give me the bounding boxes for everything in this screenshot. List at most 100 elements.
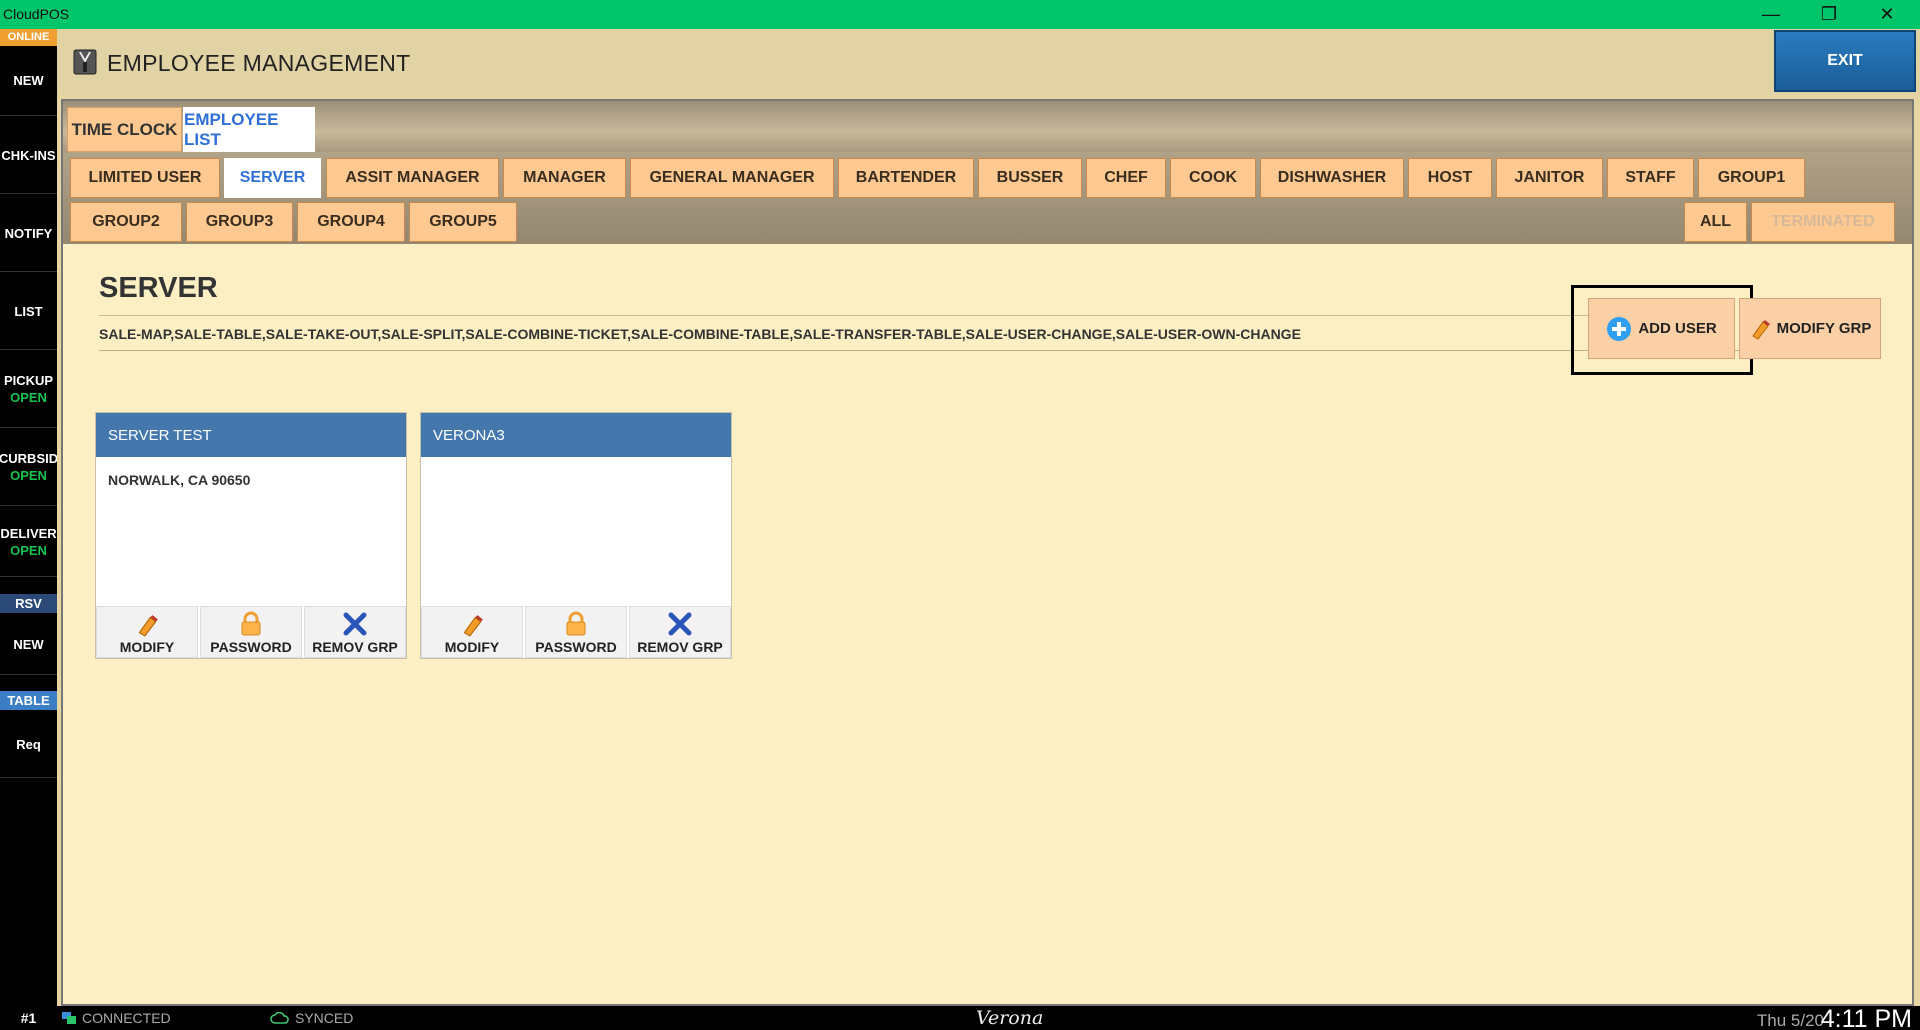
- cloud-icon: [270, 1012, 289, 1024]
- group-manager[interactable]: MANAGER: [503, 158, 626, 198]
- password-button[interactable]: PASSWORD: [200, 606, 302, 658]
- remove-x-icon: [343, 612, 367, 636]
- modify-button[interactable]: MODIFY: [421, 606, 523, 658]
- group-group4[interactable]: GROUP4: [297, 202, 405, 242]
- sidebar-item-status: OPEN: [10, 468, 47, 483]
- window-titlebar: CloudPOS — ❐ ✕: [0, 0, 1920, 29]
- content-panel: TIME CLOCK EMPLOYEE LIST LIMITED USER SE…: [61, 99, 1914, 1006]
- group-bartender[interactable]: BARTENDER: [838, 158, 974, 198]
- restore-icon[interactable]: ❐: [1800, 0, 1858, 29]
- plus-circle-icon: [1607, 316, 1632, 341]
- add-user-label: ADD USER: [1638, 320, 1717, 337]
- sidebar-item-label: NOTIFY: [4, 225, 53, 241]
- sidebar-item-chk-ins[interactable]: CHK-INS: [0, 117, 57, 194]
- remove-group-label: REMOV GRP: [312, 639, 398, 655]
- tab-employee-list[interactable]: EMPLOYEE LIST: [183, 107, 315, 152]
- modify-button[interactable]: MODIFY: [96, 606, 198, 658]
- exit-button[interactable]: EXIT: [1774, 30, 1916, 92]
- tab-bar: TIME CLOCK EMPLOYEE LIST: [63, 101, 1912, 152]
- window-title: CloudPOS: [3, 6, 70, 22]
- group-group1[interactable]: GROUP1: [1698, 158, 1805, 198]
- group-general-manager[interactable]: GENERAL MANAGER: [630, 158, 834, 198]
- password-button[interactable]: PASSWORD: [525, 606, 627, 658]
- modify-group-label: MODIFY GRP: [1776, 320, 1872, 337]
- remove-group-button[interactable]: REMOV GRP: [304, 606, 406, 658]
- sidebar-item-list[interactable]: LIST: [0, 273, 57, 350]
- sidebar-item-label: Req: [16, 737, 41, 752]
- pencil-icon: [1751, 319, 1770, 340]
- brand-logo: Verona: [976, 1007, 1044, 1029]
- group-limited-user[interactable]: LIMITED USER: [70, 158, 220, 198]
- tab-time-clock[interactable]: TIME CLOCK: [67, 107, 182, 152]
- group-name-heading: SERVER: [99, 272, 218, 304]
- left-sidebar: ONLINE NEW CHK-INS NOTIFY LIST PICKUP OP…: [0, 29, 59, 1006]
- employee-address: NORWALK, CA 90650: [108, 472, 251, 488]
- group-group2[interactable]: GROUP2: [70, 202, 182, 242]
- online-status-badge: ONLINE: [0, 29, 57, 46]
- sidebar-item-label: CURBSID: [0, 451, 59, 466]
- time-display: 4:11 PM: [1820, 1005, 1912, 1030]
- lock-icon: [566, 611, 586, 636]
- filter-terminated-button[interactable]: TERMINATED: [1751, 202, 1895, 242]
- lock-icon: [241, 611, 261, 636]
- group-filter-bar: LIMITED USER SERVER ASSIT MANAGER MANAGE…: [63, 152, 1912, 244]
- pencil-icon: [138, 615, 158, 637]
- card-actions: MODIFY PASSWORD REMOV GRP: [421, 606, 731, 658]
- sidebar-item-table-req[interactable]: Req: [0, 712, 57, 778]
- employee-address: [421, 457, 731, 608]
- group-group5[interactable]: GROUP5: [409, 202, 517, 242]
- sidebar-item-delivery[interactable]: DELIVER OPEN: [0, 507, 57, 577]
- filter-all-button[interactable]: ALL: [1684, 202, 1747, 242]
- sidebar-item-status: OPEN: [10, 542, 47, 558]
- group-staff[interactable]: STAFF: [1607, 158, 1694, 198]
- sync-status: SYNCED: [295, 1010, 354, 1026]
- header: EMPLOYEE MANAGEMENT EXIT: [57, 29, 1920, 95]
- remove-group-button[interactable]: REMOV GRP: [629, 606, 731, 658]
- group-dishwasher[interactable]: DISHWASHER: [1260, 158, 1404, 198]
- main-area: EMPLOYEE MANAGEMENT EXIT TIME CLOCK EMPL…: [57, 29, 1920, 1006]
- sidebar-item-curbside[interactable]: CURBSID OPEN: [0, 429, 59, 506]
- group-host[interactable]: HOST: [1408, 158, 1492, 198]
- sidebar-item-notify[interactable]: NOTIFY: [0, 195, 57, 272]
- sidebar-item-label: NEW: [13, 637, 44, 652]
- sidebar-item-status: OPEN: [10, 390, 47, 405]
- sidebar-item-label: NEW: [13, 73, 44, 88]
- group-assit-manager[interactable]: ASSIT MANAGER: [326, 158, 499, 198]
- close-icon[interactable]: ✕: [1858, 0, 1916, 29]
- sidebar-item-label: PICKUP: [3, 373, 54, 388]
- employee-card[interactable]: VERONA3 MODIFY PASSWORD REMOV GRP: [420, 412, 732, 659]
- sidebar-item-pickup[interactable]: PICKUP OPEN: [0, 351, 57, 428]
- terminal-number: #1: [20, 1010, 37, 1026]
- group-janitor[interactable]: JANITOR: [1496, 158, 1603, 198]
- employee-tuxedo-icon: [73, 49, 97, 75]
- sidebar-item-label: CHK-INS: [1, 147, 56, 163]
- remove-x-icon: [668, 612, 692, 636]
- modify-label: MODIFY: [119, 639, 175, 655]
- rsv-section-label: RSV: [0, 594, 57, 613]
- connection-status: CONNECTED: [82, 1010, 171, 1026]
- modify-group-button[interactable]: MODIFY GRP: [1739, 298, 1881, 359]
- group-busser[interactable]: BUSSER: [978, 158, 1082, 198]
- date-display: Thu 5/20: [1756, 1011, 1824, 1030]
- pencil-icon: [463, 615, 483, 637]
- sidebar-item-label: LIST: [14, 303, 43, 319]
- sidebar-item-new[interactable]: NEW: [0, 46, 57, 116]
- employee-name: VERONA3: [421, 413, 731, 457]
- remove-group-label: REMOV GRP: [637, 639, 723, 655]
- group-group3[interactable]: GROUP3: [186, 202, 293, 242]
- network-icon: [62, 1012, 76, 1024]
- table-section-label: TABLE: [0, 691, 57, 710]
- group-server[interactable]: SERVER: [224, 158, 321, 198]
- password-label: PASSWORD: [210, 639, 292, 655]
- add-user-button[interactable]: ADD USER: [1588, 298, 1735, 359]
- employee-card[interactable]: SERVER TEST NORWALK, CA 90650 MODIFY PAS…: [95, 412, 407, 659]
- card-actions: MODIFY PASSWORD REMOV GRP: [96, 606, 406, 658]
- modify-label: MODIFY: [444, 639, 500, 655]
- employee-name: SERVER TEST: [96, 413, 406, 457]
- sidebar-item-rsv-new[interactable]: NEW: [0, 615, 57, 675]
- group-chef[interactable]: CHEF: [1086, 158, 1166, 198]
- group-cook[interactable]: COOK: [1170, 158, 1256, 198]
- minimize-icon[interactable]: —: [1742, 0, 1800, 29]
- divider: [99, 315, 1648, 316]
- password-label: PASSWORD: [535, 639, 617, 655]
